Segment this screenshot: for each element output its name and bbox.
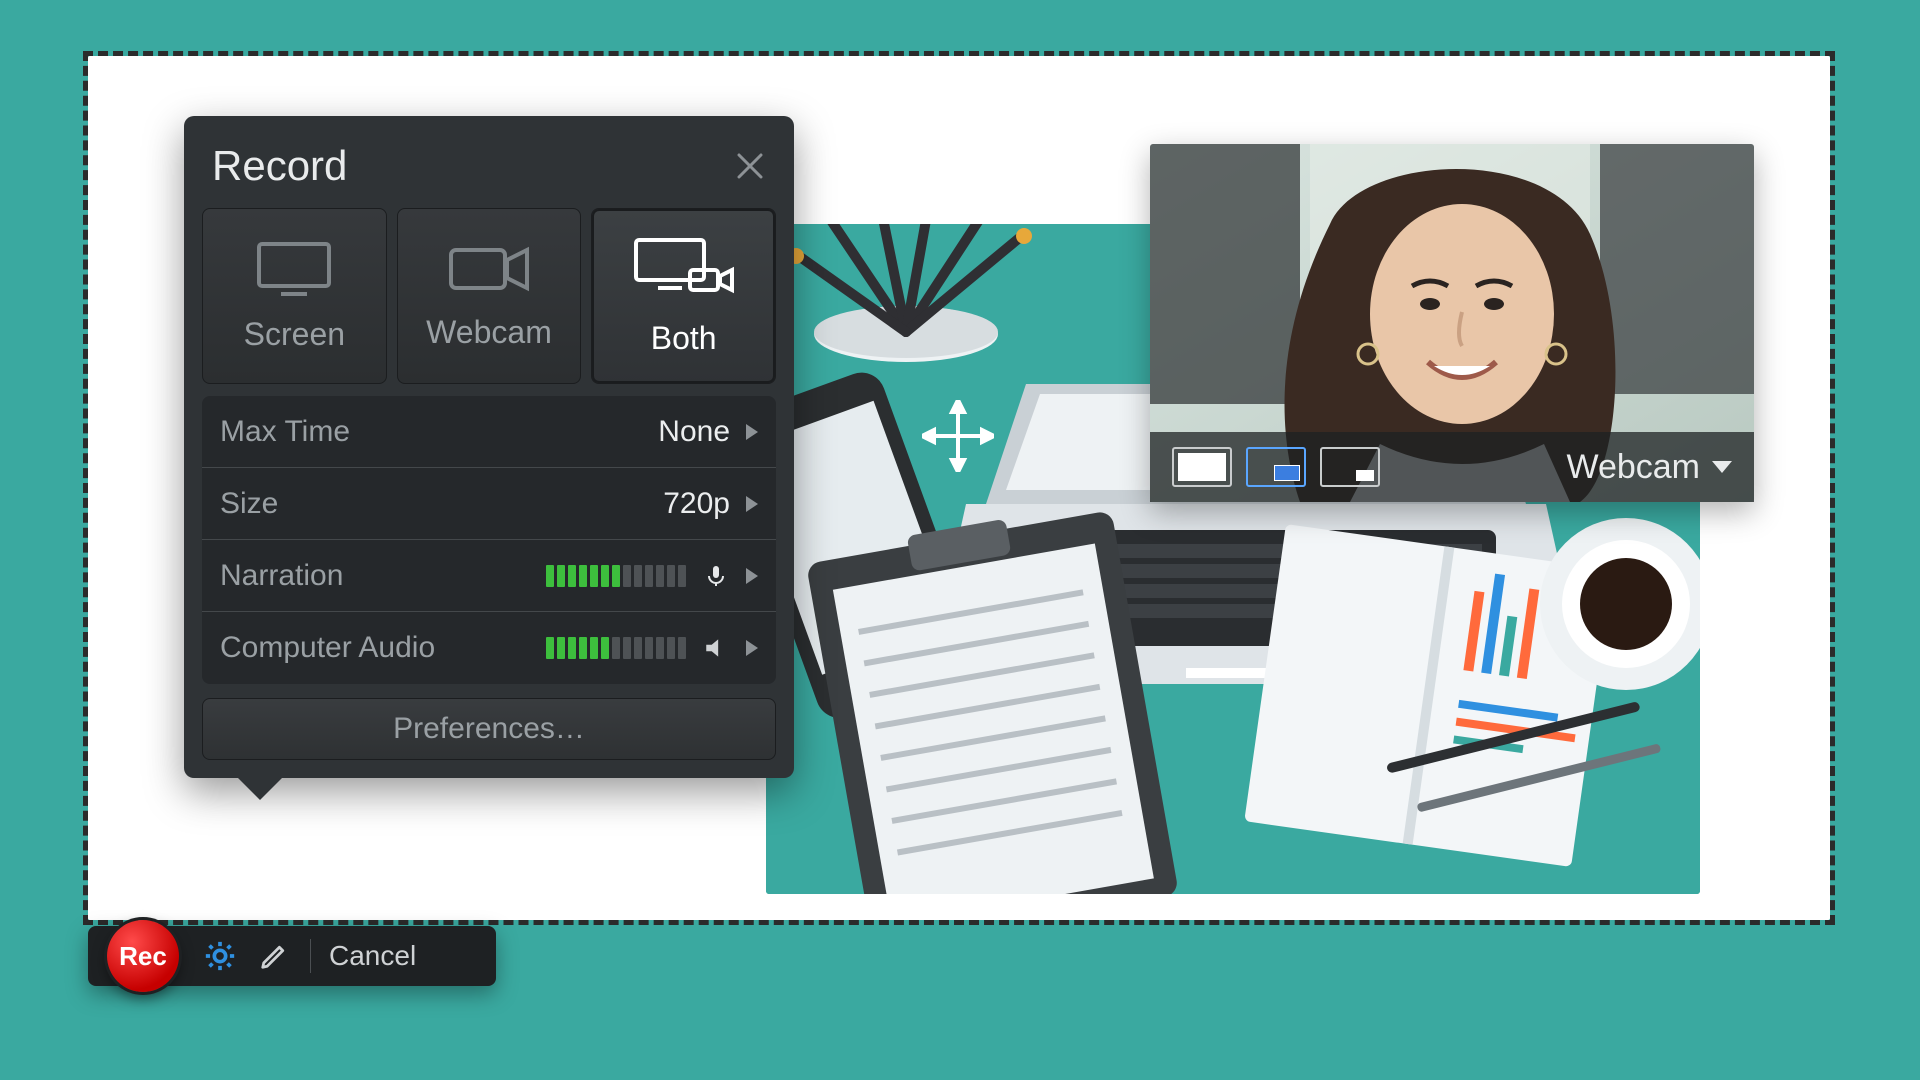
mode-webcam-button[interactable]: Webcam [397, 208, 582, 384]
mode-screen-button[interactable]: Screen [202, 208, 387, 384]
recording-toolbar: Rec Cancel [88, 926, 496, 986]
record-button-label: Rec [119, 941, 167, 972]
computer-audio-vu-meter [546, 637, 686, 659]
capture-handle-left[interactable] [106, 402, 124, 458]
setting-size-label: Size [220, 487, 278, 521]
setting-size-value: 720p [663, 487, 730, 521]
cancel-button[interactable]: Cancel [329, 940, 416, 972]
settings-gear-button[interactable] [202, 938, 238, 974]
mode-webcam-label: Webcam [426, 314, 552, 351]
record-panel-title: Record [212, 142, 347, 190]
webcam-source-dropdown[interactable]: Webcam [1566, 448, 1732, 487]
chevron-down-icon [1712, 461, 1732, 473]
screen-icon [255, 240, 333, 298]
narration-vu-meter [546, 565, 686, 587]
capture-corner-bottom-right[interactable] [1772, 864, 1824, 916]
webcam-overlay-bar: Webcam [1150, 432, 1754, 502]
toolbar-divider [310, 939, 311, 973]
record-button[interactable]: Rec [102, 915, 184, 997]
chevron-right-icon [746, 496, 758, 512]
close-button[interactable] [734, 150, 766, 182]
chevron-right-icon [746, 424, 758, 440]
chevron-right-icon [746, 640, 758, 656]
capture-corner-bottom-left[interactable] [96, 864, 148, 916]
chevron-right-icon [746, 568, 758, 584]
screen-webcam-icon [632, 236, 736, 302]
setting-narration[interactable]: Narration [202, 540, 776, 612]
preferences-label: Preferences… [393, 712, 585, 746]
mode-screen-label: Screen [244, 316, 345, 353]
setting-max-time[interactable]: Max Time None [202, 396, 776, 468]
mode-both-button[interactable]: Both [591, 208, 776, 384]
webcam-icon [447, 242, 531, 296]
setting-narration-label: Narration [220, 559, 343, 593]
webcam-source-label: Webcam [1566, 448, 1700, 487]
microphone-icon [702, 562, 730, 590]
setting-max-time-label: Max Time [220, 415, 350, 449]
cancel-label: Cancel [329, 940, 416, 971]
panel-tail [238, 778, 282, 800]
webcam-layout-large[interactable] [1172, 447, 1232, 487]
speaker-icon [702, 634, 730, 662]
webcam-layout-medium[interactable] [1246, 447, 1306, 487]
capture-corner-top-right[interactable] [1772, 64, 1824, 116]
mode-both-label: Both [651, 320, 717, 357]
setting-max-time-value: None [658, 415, 730, 449]
record-panel: Record Screen Webcam [184, 116, 794, 778]
setting-computer-audio-label: Computer Audio [220, 631, 435, 665]
setting-size[interactable]: Size 720p [202, 468, 776, 540]
capture-corner-top-left[interactable] [96, 64, 148, 116]
pencil-edit-button[interactable] [256, 938, 292, 974]
move-cursor-icon [922, 400, 994, 477]
setting-computer-audio[interactable]: Computer Audio [202, 612, 776, 684]
capture-handle-right[interactable] [1796, 402, 1814, 458]
record-settings-list: Max Time None Size 720p Narration [202, 396, 776, 684]
preferences-button[interactable]: Preferences… [202, 698, 776, 760]
webcam-layout-small[interactable] [1320, 447, 1380, 487]
